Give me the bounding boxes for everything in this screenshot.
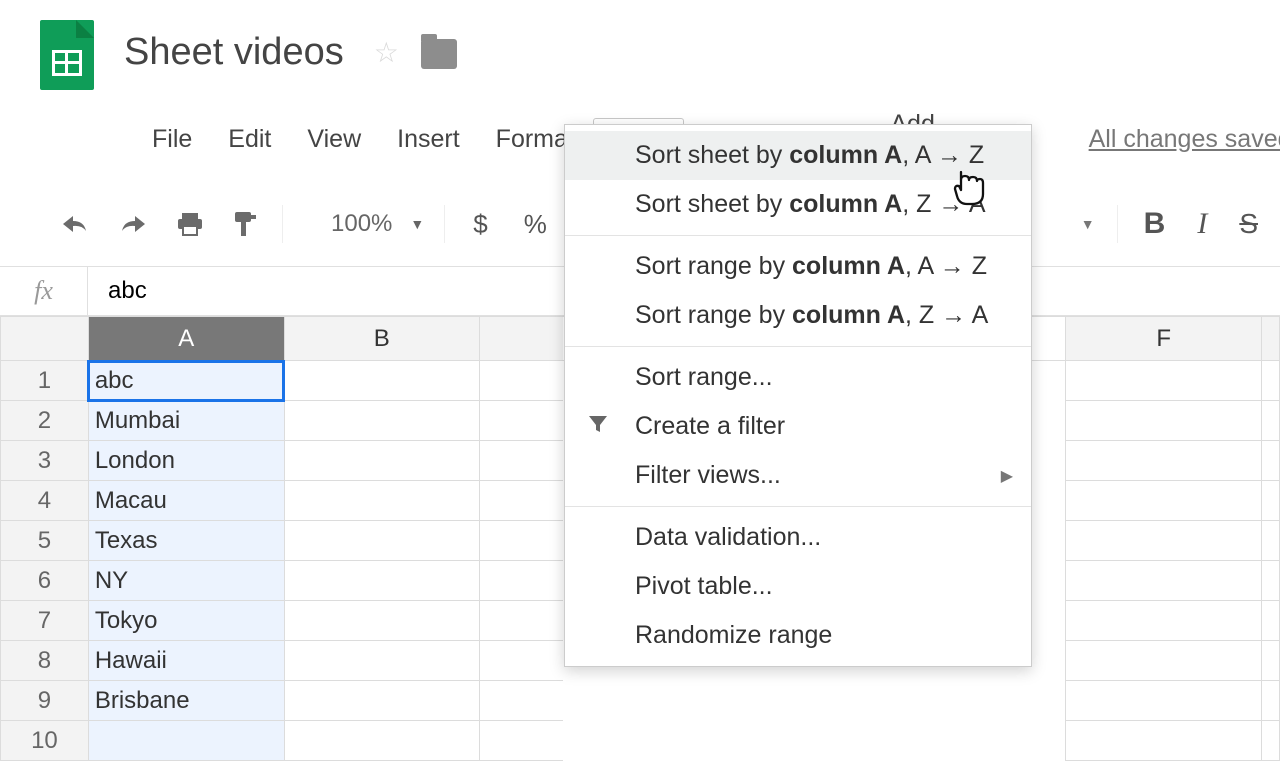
data-menu: Sort sheet by column A, A → Z Sort sheet… [564,124,1032,667]
menu-separator [565,235,1031,236]
currency-button[interactable]: $ [455,209,505,240]
doc-title[interactable]: Sheet videos [124,33,344,71]
sheets-logo[interactable] [40,20,94,90]
menu-data-validation[interactable]: Data validation... [565,513,1031,562]
row-header[interactable]: 4 [1,481,89,521]
row-header[interactable]: 2 [1,401,89,441]
cell-A6[interactable]: NY [88,561,284,601]
menu-sort-range-dialog[interactable]: Sort range... [565,353,1031,402]
menu-sort-range-za[interactable]: Sort range by column A, Z → A [565,291,1031,340]
print-button[interactable] [162,196,218,252]
col-header-F[interactable]: F [1066,317,1262,361]
cell-A2[interactable]: Mumbai [88,401,284,441]
star-icon[interactable]: ☆ [374,36,399,69]
italic-button[interactable]: I [1181,207,1223,241]
save-status[interactable]: All changes saved i [1089,125,1280,154]
menu-insert[interactable]: Insert [379,119,478,160]
row-header[interactable]: 3 [1,441,89,481]
cell[interactable] [284,361,480,401]
row-header[interactable]: 10 [1,721,89,761]
menu-create-filter[interactable]: Create a filter [565,402,1031,451]
cell-A4[interactable]: Macau [88,481,284,521]
menu-filter-views[interactable]: Filter views... ▶ [565,451,1031,500]
zoom-select[interactable]: 100% ▼ [303,210,434,238]
menu-file[interactable]: File [134,119,210,160]
folder-icon[interactable] [421,39,457,69]
menu-sort-sheet-az[interactable]: Sort sheet by column A, A → Z [565,131,1031,180]
strike-button[interactable]: S [1223,208,1274,240]
bold-button[interactable]: B [1128,207,1182,241]
chevron-down-icon: ▼ [410,216,424,232]
cell-A10[interactable] [88,721,284,761]
cell-A5[interactable]: Texas [88,521,284,561]
redo-button[interactable] [104,196,162,252]
zoom-value: 100% [331,210,392,238]
row-header[interactable]: 9 [1,681,89,721]
menu-separator [565,506,1031,507]
row-header[interactable]: 6 [1,561,89,601]
filter-icon [587,413,609,441]
col-header-A[interactable]: A [88,317,284,361]
menu-randomize-range[interactable]: Randomize range [565,611,1031,660]
menu-separator [565,346,1031,347]
menu-view[interactable]: View [289,119,379,160]
row-header[interactable]: 1 [1,361,89,401]
chevron-down-icon[interactable]: ▼ [1081,216,1095,232]
row-header[interactable]: 8 [1,641,89,681]
cell-A3[interactable]: London [88,441,284,481]
row-header[interactable]: 7 [1,601,89,641]
cell-A7[interactable]: Tokyo [88,601,284,641]
col-header-G-partial[interactable] [1261,317,1279,361]
cell-A1[interactable]: abc [88,361,284,401]
cell-A9[interactable]: Brisbane [88,681,284,721]
col-header-B[interactable]: B [284,317,480,361]
chevron-right-icon: ▶ [1001,466,1013,486]
percent-button[interactable]: % [506,209,565,240]
menu-edit[interactable]: Edit [210,119,289,160]
cell-A8[interactable]: Hawaii [88,641,284,681]
row-header[interactable]: 5 [1,521,89,561]
undo-button[interactable] [46,196,104,252]
menu-sort-sheet-za[interactable]: Sort sheet by column A, Z → A [565,180,1031,229]
fx-label: fx [0,267,88,315]
menu-pivot-table[interactable]: Pivot table... [565,562,1031,611]
menu-sort-range-az[interactable]: Sort range by column A, A → Z [565,242,1031,291]
paint-format-button[interactable] [218,196,272,252]
select-all-corner[interactable] [1,317,89,361]
col-header-C-partial[interactable] [480,317,564,361]
